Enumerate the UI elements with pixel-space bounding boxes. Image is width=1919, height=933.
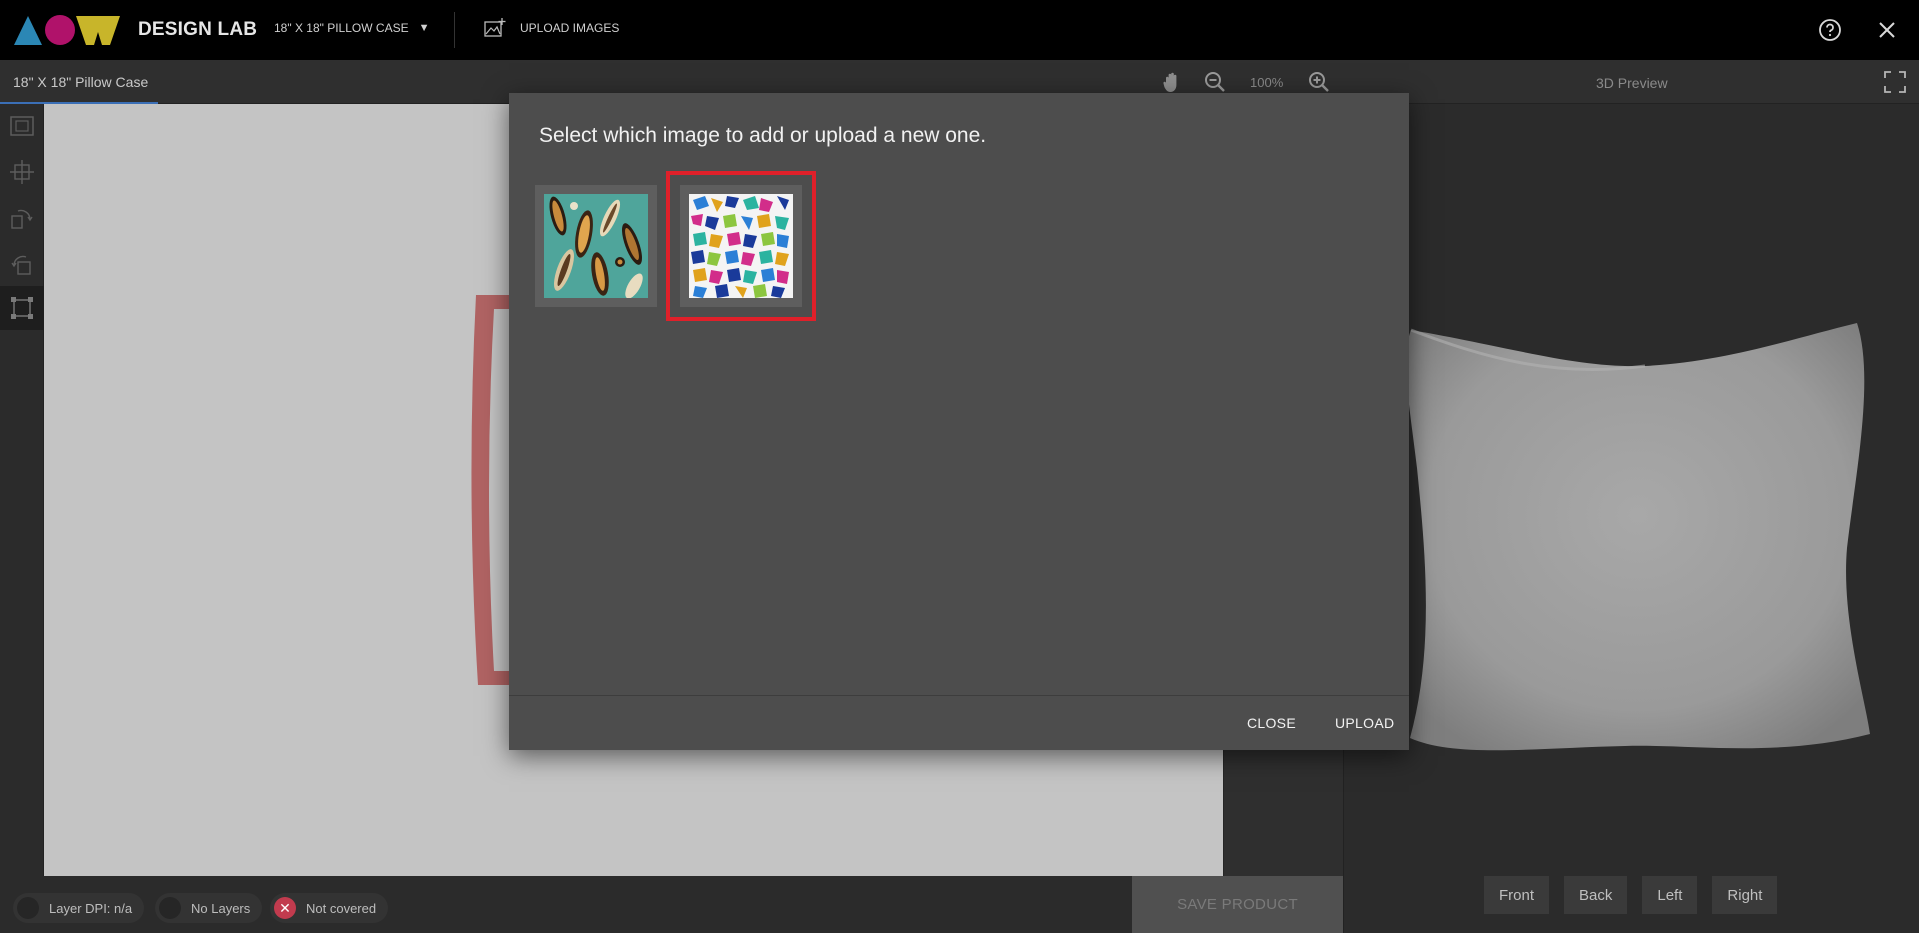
close-button[interactable]: CLOSE — [1247, 715, 1296, 731]
zoom-in-icon[interactable] — [1307, 70, 1331, 94]
add-image-icon — [484, 18, 506, 37]
center-tool[interactable] — [7, 157, 37, 187]
upload-images-button[interactable]: UPLOAD IMAGES — [484, 18, 619, 38]
hand-tool-icon[interactable] — [1160, 70, 1184, 94]
fill-area-tool[interactable] — [0, 286, 44, 330]
preview-view-buttons: Front Back Left Right — [1484, 876, 1778, 914]
product-select-label: 18" X 18" PILLOW CASE — [274, 21, 409, 35]
fit-canvas-icon — [10, 116, 34, 136]
zoom-out-icon[interactable] — [1203, 70, 1227, 94]
company-logo[interactable] — [14, 14, 120, 46]
upload-button[interactable]: UPLOAD — [1335, 715, 1394, 731]
preview-title: 3D Preview — [1596, 75, 1668, 91]
rotate-left-tool[interactable] — [7, 203, 37, 233]
zoom-level: 100% — [1250, 75, 1284, 90]
upload-images-label: UPLOAD IMAGES — [520, 21, 620, 35]
dialog-title: Select which image to add or upload a ne… — [539, 124, 987, 147]
fit-to-canvas-tool[interactable] — [7, 111, 37, 141]
layer-dpi-label: Layer DPI: n/a — [49, 900, 133, 916]
left-toolbar — [0, 104, 44, 876]
caret-down-icon: ▼ — [418, 22, 430, 34]
rotate-right-tool[interactable] — [7, 249, 37, 279]
crosshair-icon — [10, 160, 34, 184]
rotate-right-icon — [11, 255, 31, 275]
status-dot-icon — [159, 897, 181, 919]
status-dot-icon — [17, 897, 39, 919]
view-right-button[interactable]: Right — [1712, 876, 1778, 914]
help-icon[interactable] — [1818, 18, 1842, 42]
image-thumb-gems[interactable] — [666, 171, 816, 321]
pillow-3d-preview[interactable] — [1395, 318, 1875, 758]
view-front-button[interactable]: Front — [1484, 876, 1550, 914]
coverage-label: Not covered — [306, 900, 377, 916]
error-x-icon: ✕ — [274, 897, 296, 919]
dialog-footer: CLOSE UPLOAD — [509, 695, 1409, 750]
feathers-pattern-image — [544, 194, 648, 298]
close-app-icon[interactable] — [1876, 19, 1898, 41]
product-select[interactable]: 18" X 18" PILLOW CASE ▼ — [274, 21, 429, 35]
layers-status: No Layers — [155, 893, 263, 923]
layers-label: No Layers — [191, 900, 251, 916]
app-title: DESIGN LAB — [138, 19, 258, 40]
view-back-button[interactable]: Back — [1564, 876, 1628, 914]
fill-area-icon — [11, 297, 33, 319]
save-product-button[interactable]: SAVE PRODUCT — [1132, 876, 1343, 933]
coverage-status: ✕ Not covered — [270, 893, 389, 923]
fullscreen-icon[interactable] — [1884, 71, 1906, 93]
view-left-button[interactable]: Left — [1642, 876, 1698, 914]
top-bar: DESIGN LAB 18" X 18" PILLOW CASE ▼ UPLOA… — [0, 0, 1919, 60]
layer-dpi-status: Layer DPI: n/a — [13, 893, 145, 923]
select-image-dialog: Select which image to add or upload a ne… — [509, 93, 1409, 750]
gems-pattern-image — [689, 194, 793, 298]
document-tab[interactable]: 18" X 18" Pillow Case — [0, 60, 158, 104]
status-bar: Layer DPI: n/a No Layers ✕ Not covered S… — [0, 876, 1343, 933]
image-thumb-feathers[interactable] — [535, 185, 657, 307]
rotate-left-icon — [11, 209, 33, 229]
top-divider — [454, 12, 455, 48]
